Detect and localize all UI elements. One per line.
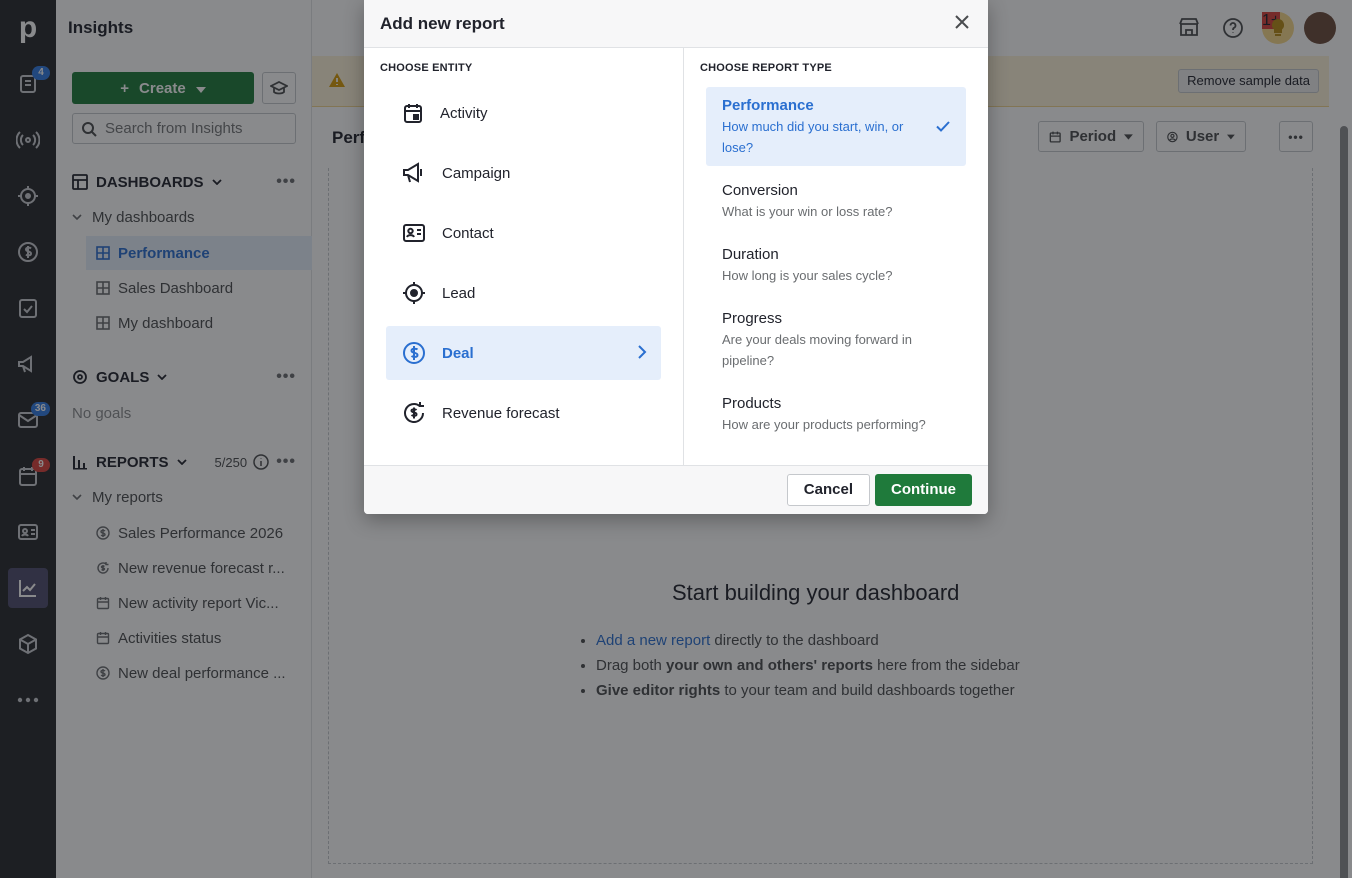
report-type-performance[interactable]: Performance How much did you start, win,… (706, 87, 966, 166)
entity-revenue-forecast[interactable]: Revenue forecast (386, 386, 661, 440)
chevron-right-icon (638, 345, 647, 359)
report-type-desc: Are your deals moving forward in pipelin… (722, 332, 913, 368)
report-type-progress[interactable]: Progress Are your deals moving forward i… (706, 300, 966, 381)
close-icon[interactable] (954, 14, 970, 30)
report-type-desc: How much did you start, win, or lose? (722, 119, 904, 155)
report-type-title: Products (722, 395, 782, 412)
report-type-desc: How long is your sales cycle? (722, 268, 893, 283)
report-type-duration[interactable]: Duration How long is your sales cycle? (706, 236, 966, 296)
modal-footer: Cancel Continue (364, 465, 988, 514)
report-type-header: CHOOSE REPORT TYPE (700, 62, 832, 74)
report-type-desc: What is your win or loss rate? (722, 204, 893, 219)
dollar-icon (403, 342, 425, 364)
report-type-title: Conversion (722, 182, 798, 199)
report-type-title: Performance (722, 97, 814, 114)
forecast-icon (404, 402, 424, 424)
entity-header: CHOOSE ENTITY (380, 62, 473, 74)
entity-label: Deal (442, 344, 474, 362)
calendar-icon (404, 104, 422, 123)
continue-button[interactable]: Continue (875, 474, 972, 506)
entity-deal[interactable]: Deal (386, 326, 661, 380)
report-type-title: Duration (722, 246, 779, 263)
add-report-modal: Add new report CHOOSE ENTITY Activity Ca… (364, 0, 988, 514)
entity-lead[interactable]: Lead (386, 266, 661, 320)
report-type-desc: How are your products performing? (722, 417, 926, 432)
cancel-button[interactable]: Cancel (786, 474, 870, 506)
entity-label: Activity (440, 104, 488, 122)
entity-campaign[interactable]: Campaign (386, 146, 661, 200)
modal-title: Add new report (380, 13, 505, 33)
entity-label: Campaign (442, 164, 511, 182)
entity-contact[interactable]: Contact (386, 206, 661, 260)
report-type-column: CHOOSE REPORT TYPE Performance How much … (684, 48, 988, 465)
contact-card-icon (403, 224, 425, 242)
report-type-products[interactable]: Products How are your products performin… (706, 385, 966, 445)
modal-header: Add new report (364, 0, 988, 48)
entity-column: CHOOSE ENTITY Activity Campaign Contact … (364, 48, 684, 465)
report-type-conversion[interactable]: Conversion What is your win or loss rate… (706, 172, 966, 232)
entity-label: Lead (442, 284, 476, 302)
checkmark-icon (936, 121, 950, 132)
megaphone-icon (403, 162, 422, 183)
target-icon (403, 282, 425, 304)
entity-activity[interactable]: Activity (386, 86, 661, 140)
entity-label: Revenue forecast (442, 404, 560, 422)
entity-label: Contact (442, 224, 494, 242)
report-type-title: Progress (722, 310, 783, 327)
